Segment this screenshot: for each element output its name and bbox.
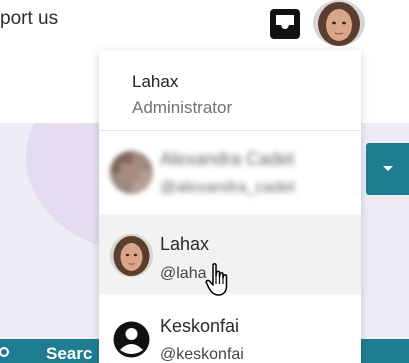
current-user-header: Lahax Administrator: [99, 50, 361, 131]
user-portrait-icon: [313, 0, 365, 46]
account-item[interactable]: Keskonfai @keskonfai: [99, 299, 361, 363]
account-name: Alexandra Cadet: [160, 149, 295, 169]
search-icon: [0, 347, 9, 357]
support-us-link[interactable]: port us: [0, 8, 58, 30]
account-handle: @keskonfai: [160, 346, 244, 363]
caret-down-icon: [382, 166, 393, 171]
account-handle: @laha: [160, 265, 207, 282]
inbox-button[interactable]: [268, 7, 302, 41]
current-user-name: Lahax: [132, 72, 179, 91]
user-portrait-icon: [110, 151, 153, 194]
account-item[interactable]: Alexandra Cadet @alexandra_cadet: [99, 131, 361, 211]
account-avatar: [110, 318, 153, 361]
account-avatar: [110, 234, 153, 277]
current-user-role: Administrator: [132, 98, 233, 117]
user-portrait-icon: [110, 234, 153, 277]
account-name: Keskonfai: [160, 316, 240, 336]
account-handle: @alexandra_cadet: [160, 179, 295, 196]
top-header: port us: [0, 0, 409, 50]
inbox-icon: [270, 9, 300, 39]
hand-pointer-cursor-icon: [205, 263, 228, 296]
account-avatar: [110, 151, 153, 194]
account-switcher-dropdown: Lahax Administrator Alexandra Cadet @ale…: [99, 50, 361, 363]
search-button-label: Searc: [46, 344, 93, 363]
dropdown-toggle-button[interactable]: [366, 143, 409, 195]
account-name: Lahax: [160, 234, 210, 254]
header-avatar[interactable]: [313, 0, 365, 46]
user-circle-icon: [113, 321, 150, 358]
